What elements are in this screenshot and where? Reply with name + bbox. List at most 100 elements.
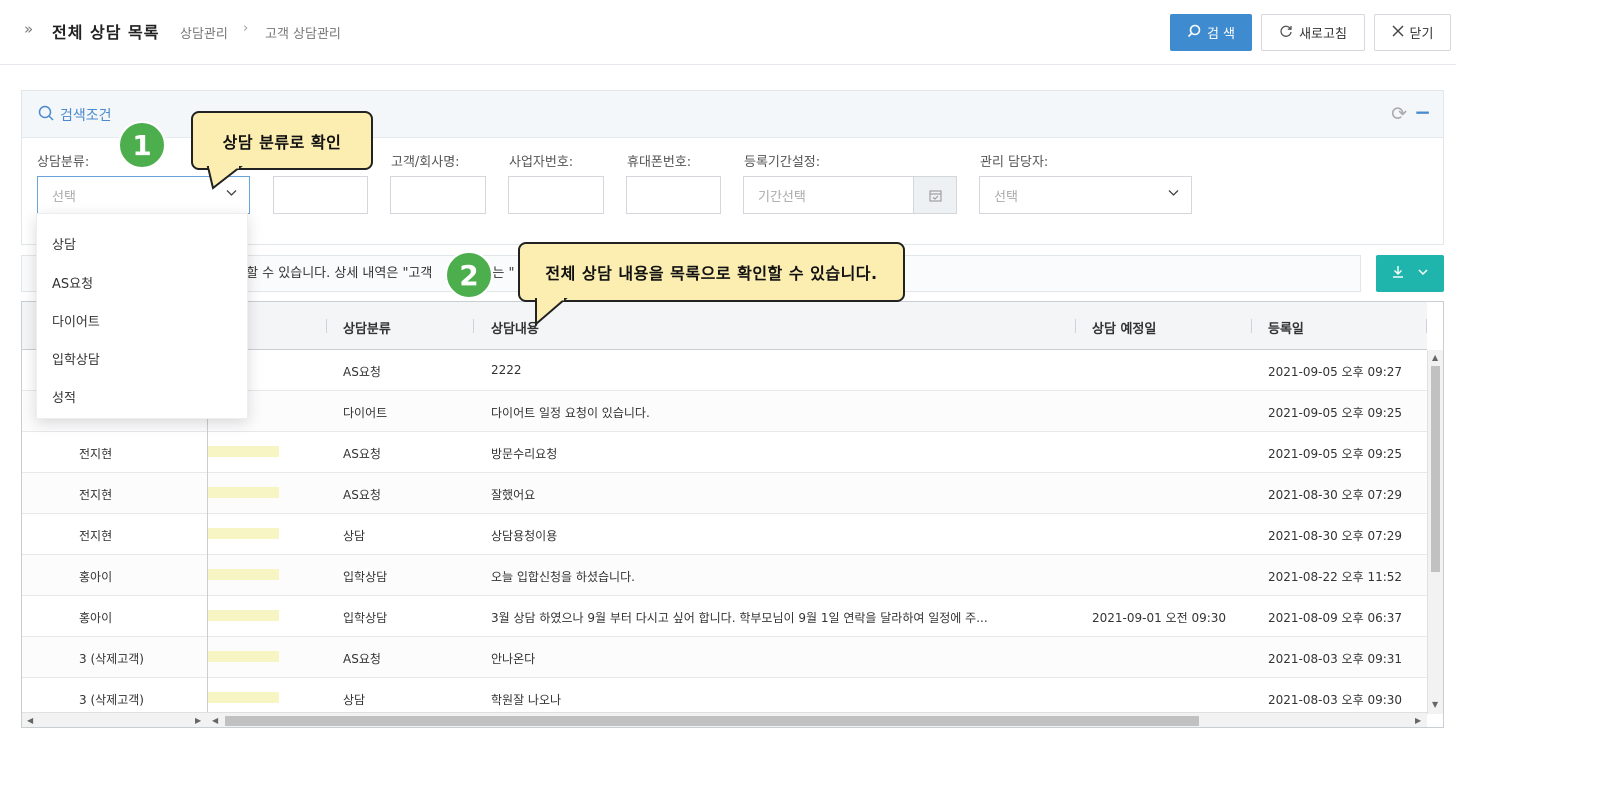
registered-cell: 2021-08-30 오후 07:29: [1268, 529, 1403, 543]
page-header: » 전체 상담 목록 상담관리 › 고객 상담관리 검 색 새로고침 닫기: [0, 0, 1456, 65]
column-divider[interactable]: [326, 319, 327, 333]
registered-cell: 2021-08-30 오후 07:29: [1268, 488, 1403, 502]
name-cell: 전지현: [79, 529, 113, 543]
name-cell: 전지현: [79, 488, 113, 502]
column-header-category[interactable]: 상담분류: [343, 318, 391, 337]
category-label: 상담분류:: [37, 155, 90, 170]
column-divider[interactable]: [1251, 319, 1252, 333]
refresh-button[interactable]: 새로고침: [1261, 14, 1365, 51]
breadcrumb-item[interactable]: 상담관리: [180, 23, 228, 42]
name-cell: 전지현: [79, 447, 113, 461]
search-panel-title: 검색조건: [38, 105, 112, 125]
category-cell: 입학상담: [343, 570, 388, 584]
registered-cell: 2021-09-05 오후 09:25: [1268, 447, 1403, 461]
name-cell: 홍아이: [79, 611, 113, 625]
breadcrumb-item[interactable]: 고객 상담관리: [265, 23, 341, 42]
dropdown-option[interactable]: 다이어트: [52, 311, 100, 330]
search-button[interactable]: 검 색: [1170, 14, 1252, 51]
category-cell: 상담: [343, 529, 366, 543]
table-row[interactable]: 전지현 AS요청 잘했어요 2021-08-30 오후 07:29: [22, 473, 1427, 514]
calendar-icon[interactable]: [913, 176, 957, 214]
callout-tail: [535, 298, 568, 327]
close-icon: [1392, 25, 1404, 41]
step-badge: 1: [118, 121, 166, 169]
download-button[interactable]: [1376, 255, 1444, 292]
category-cell: AS요청: [343, 488, 381, 502]
chevron-down-icon: [1168, 187, 1179, 201]
registered-cell: 2021-08-03 오후 09:30: [1268, 693, 1403, 707]
column-header-scheduled[interactable]: 상담 예정일: [1092, 318, 1156, 337]
scroll-up-icon[interactable]: ▲: [1432, 353, 1438, 362]
period-input[interactable]: 기간선택: [743, 176, 914, 214]
phone-label: 휴대폰번호:: [627, 155, 692, 170]
category-cell: 입학상담: [343, 611, 388, 625]
step-badge: 2: [445, 251, 493, 299]
scroll-down-icon[interactable]: ▼: [1432, 700, 1438, 709]
table-row[interactable]: 홍아이 입학상담 오늘 입합신청을 하셨습니다. 2021-08-22 오후 11:5…: [22, 555, 1427, 596]
registered-cell: 2021-09-05 오후 09:27: [1268, 365, 1403, 379]
column-divider[interactable]: [1075, 319, 1076, 333]
column-header-content[interactable]: 상담내용: [491, 318, 539, 337]
bizno-input[interactable]: [508, 176, 604, 214]
column-divider[interactable]: [473, 319, 474, 333]
category-dropdown: 상담 AS요청 다이어트 입학상담 성적: [36, 213, 248, 419]
table-row[interactable]: 홍아이 입학상담 3월 상담 하였으나 9월 부터 다시고 싶어 합니다. 학부모님…: [22, 596, 1427, 637]
masked-key-cell: [208, 528, 279, 539]
search-icon: [1187, 24, 1201, 42]
content-cell: 학원잘 나오나: [491, 693, 562, 707]
masked-key-cell: [208, 487, 279, 498]
callout-tail: [206, 166, 243, 190]
manager-select[interactable]: 선택: [979, 176, 1192, 214]
bizno-label: 사업자번호:: [509, 155, 574, 170]
unlabeled-field[interactable]: [273, 176, 368, 214]
scroll-right-icon[interactable]: ▶: [195, 716, 201, 725]
registered-cell: 2021-08-09 오후 06:37: [1268, 611, 1403, 625]
vertical-scroll-thumb[interactable]: [1431, 366, 1440, 572]
category-cell: 다이어트: [343, 406, 388, 420]
reload-icon[interactable]: ⟳: [1391, 103, 1407, 125]
category-cell: AS요청: [343, 447, 381, 461]
double-chevron-icon[interactable]: »: [24, 20, 33, 38]
dropdown-option[interactable]: 성적: [52, 387, 76, 406]
horizontal-scrollbar[interactable]: ◀ ▶ ◀ ▶: [22, 712, 1427, 727]
breadcrumb-separator-icon: ›: [243, 21, 249, 36]
table-row[interactable]: 전지현 AS요청 방문수리요청 2021-09-05 오후 09:25: [22, 432, 1427, 473]
close-button[interactable]: 닫기: [1374, 14, 1451, 51]
page-title: 전체 상담 목록: [52, 23, 160, 42]
dropdown-option[interactable]: 상담: [52, 234, 76, 253]
category-cell: 상담: [343, 693, 366, 707]
table-row[interactable]: 3 (삭제고객) AS요청 안나온다 2021-08-03 오후 09:31: [22, 637, 1427, 678]
customer-input[interactable]: [390, 176, 486, 214]
customer-label: 고객/회사명:: [391, 155, 460, 170]
table-row[interactable]: 전지현 상담 상담용청이용 2021-08-30 오후 07:29: [22, 514, 1427, 555]
phone-input[interactable]: [626, 176, 721, 214]
manager-label: 관리 담당자:: [980, 155, 1049, 170]
column-header-registered[interactable]: 등록일: [1268, 318, 1304, 337]
content-cell: 2222: [491, 363, 522, 377]
collapse-icon[interactable]: −: [1414, 100, 1431, 124]
masked-key-cell: [208, 446, 279, 457]
content-cell: 오늘 입합신청을 하셨습니다.: [491, 570, 635, 584]
vertical-scrollbar[interactable]: ▲ ▼: [1427, 350, 1443, 714]
masked-key-cell: [208, 610, 279, 621]
content-cell: 3월 상담 하였으나 9월 부터 다시고 싶어 합니다. 학부모님이 9월 1일…: [491, 611, 988, 625]
scroll-left-icon[interactable]: ◀: [212, 716, 218, 725]
registered-cell: 2021-09-05 오후 09:25: [1268, 406, 1403, 420]
horizontal-scroll-thumb[interactable]: [225, 716, 1199, 726]
column-divider[interactable]: [1426, 319, 1427, 333]
search-icon: [38, 105, 54, 125]
callout-box: 상담 분류로 확인: [191, 111, 373, 170]
close-button-label: 닫기: [1409, 27, 1434, 42]
name-cell: 3 (삭제고객): [79, 693, 144, 707]
registered-cell: 2021-08-03 오후 09:31: [1268, 652, 1403, 666]
scroll-left-icon[interactable]: ◀: [27, 716, 33, 725]
callout-box: 전체 상담 내용을 목록으로 확인할 수 있습니다.: [518, 242, 905, 302]
category-cell: AS요청: [343, 365, 381, 379]
dropdown-option[interactable]: AS요청: [52, 273, 93, 292]
content-cell: 방문수리요청: [491, 447, 558, 461]
dropdown-option[interactable]: 입학상담: [52, 349, 100, 368]
scroll-right-icon[interactable]: ▶: [1415, 716, 1421, 725]
content-cell: 상담용청이용: [491, 529, 558, 543]
refresh-icon: [1279, 24, 1293, 42]
refresh-button-label: 새로고침: [1299, 27, 1347, 42]
